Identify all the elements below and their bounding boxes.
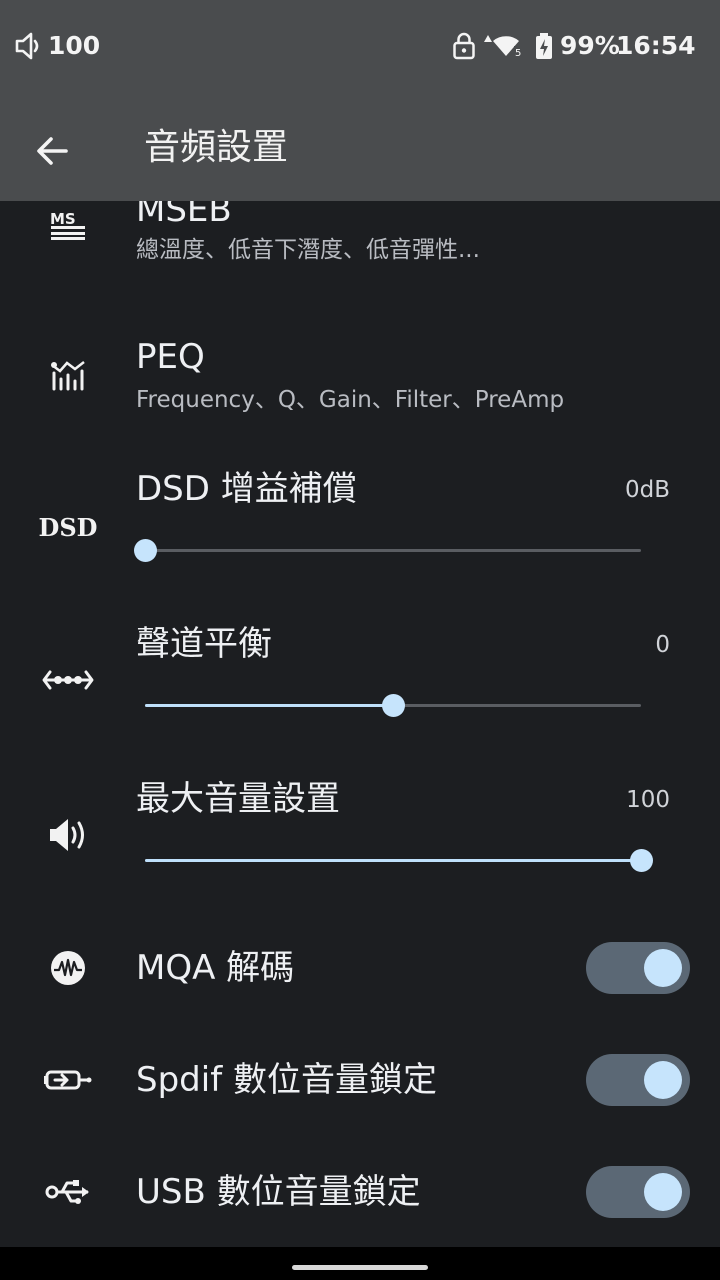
battery-charging-icon bbox=[536, 33, 552, 59]
max-volume-slider[interactable] bbox=[145, 849, 653, 873]
setting-title: MQA 解碼 bbox=[136, 948, 295, 988]
spdif-lock-toggle[interactable] bbox=[586, 1054, 690, 1106]
usb-lock-toggle[interactable] bbox=[586, 1166, 690, 1218]
status-bar: 100 5 99% 16:54 bbox=[0, 0, 720, 90]
app-bar bbox=[0, 90, 720, 201]
slider-thumb[interactable] bbox=[134, 539, 157, 562]
slider-fill bbox=[145, 859, 641, 862]
setting-max-volume: 最大音量設置 100 bbox=[0, 769, 720, 899]
setting-title: 聲道平衡 bbox=[136, 624, 272, 664]
page-title: 音頻設置 bbox=[144, 127, 289, 168]
setting-title: MSEB bbox=[136, 201, 232, 230]
setting-title: Spdif 數位音量鎖定 bbox=[136, 1060, 437, 1100]
arrow-left-icon[interactable] bbox=[30, 128, 76, 174]
mseb-icon: MS bbox=[44, 201, 92, 249]
slider-thumb[interactable] bbox=[382, 694, 405, 717]
spdif-icon bbox=[42, 1056, 94, 1104]
toggle-knob bbox=[644, 949, 682, 987]
setting-value: 100 bbox=[626, 787, 670, 813]
slider-track bbox=[145, 549, 641, 552]
volume-level: 100 bbox=[48, 31, 101, 60]
svg-text:MS: MS bbox=[50, 210, 76, 228]
setting-title: USB 數位音量鎖定 bbox=[136, 1172, 421, 1212]
dsd-gain-slider[interactable] bbox=[134, 539, 641, 563]
setting-spdif-lock[interactable]: Spdif 數位音量鎖定 bbox=[0, 1043, 720, 1117]
setting-mqa[interactable]: MQA 解碼 bbox=[0, 931, 720, 1005]
slider-thumb[interactable] bbox=[630, 849, 653, 872]
setting-mseb[interactable]: MS MSEB 總溫度、低音下潛度、低音彈性... bbox=[0, 201, 720, 281]
mqa-icon bbox=[44, 944, 92, 992]
settings-list[interactable]: MS MSEB 總溫度、低音下潛度、低音彈性... PEQ Frequency、… bbox=[0, 201, 720, 1247]
home-gesture-handle[interactable] bbox=[292, 1265, 428, 1270]
setting-title: PEQ bbox=[136, 337, 205, 377]
svg-text:5: 5 bbox=[515, 48, 521, 58]
navigation-bar bbox=[0, 1247, 720, 1280]
battery-percent: 99% bbox=[560, 31, 620, 60]
setting-title: 最大音量設置 bbox=[136, 779, 340, 819]
volume-icon bbox=[15, 32, 39, 60]
setting-value: 0dB bbox=[624, 477, 670, 503]
dsd-icon: DSD bbox=[38, 512, 98, 542]
setting-summary: 總溫度、低音下潛度、低音彈性... bbox=[136, 237, 480, 263]
slider-fill bbox=[145, 704, 393, 707]
mqa-toggle[interactable] bbox=[586, 942, 690, 994]
lock-icon bbox=[453, 32, 475, 60]
balance-icon bbox=[40, 656, 96, 704]
setting-title: DSD 增益補償 bbox=[136, 469, 357, 509]
status-time: 16:54 bbox=[616, 31, 696, 60]
wifi-icon: 5 bbox=[484, 35, 523, 58]
setting-channel-balance: 聲道平衡 0 bbox=[0, 614, 720, 744]
setting-summary: Frequency、Q、Gain、Filter、PreAmp bbox=[136, 387, 565, 413]
peq-equalizer-icon bbox=[44, 351, 92, 399]
speaker-icon bbox=[44, 811, 92, 859]
setting-value: 0 bbox=[655, 632, 670, 658]
setting-peq[interactable]: PEQ Frequency、Q、Gain、Filter、PreAmp bbox=[0, 323, 720, 423]
channel-balance-slider[interactable] bbox=[145, 694, 641, 718]
setting-usb-lock[interactable]: USB 數位音量鎖定 bbox=[0, 1155, 720, 1229]
usb-icon bbox=[42, 1168, 94, 1216]
setting-dsd-gain: DSD DSD 增益補償 0dB bbox=[0, 459, 720, 589]
toggle-knob bbox=[644, 1173, 682, 1211]
toggle-knob bbox=[644, 1061, 682, 1099]
